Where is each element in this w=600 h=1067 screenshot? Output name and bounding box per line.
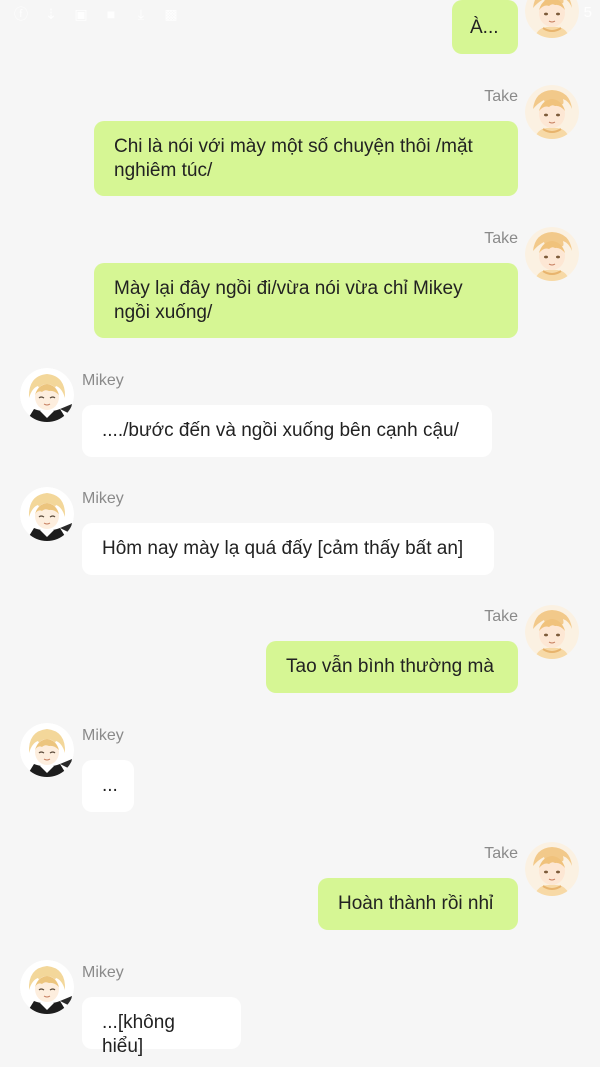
chat-thread[interactable]: À... Take Chi là nói với mày một số chuy… <box>0 0 600 1067</box>
sender-name: Take <box>484 88 518 105</box>
sender-name: Mikey <box>82 964 124 981</box>
avatar-mikey[interactable] <box>20 960 74 1014</box>
sender-name: Mikey <box>82 372 124 389</box>
message-bubble[interactable]: ..../bước đến và ngồi xuống bên cạnh cậu… <box>82 405 492 457</box>
avatar-take[interactable] <box>525 605 579 659</box>
message-bubble[interactable]: Hôm nay mày lạ quá đấy [cảm thấy bất an] <box>82 523 494 575</box>
message-bubble[interactable]: Tao vẫn bình thường mà <box>266 641 518 693</box>
sender-name: Take <box>484 608 518 625</box>
avatar-take[interactable] <box>525 227 579 281</box>
message-bubble[interactable]: À... <box>452 0 518 54</box>
avatar-mikey[interactable] <box>20 368 74 422</box>
message-bubble[interactable]: ... <box>82 760 134 812</box>
avatar-take[interactable] <box>525 0 579 38</box>
sender-name: Mikey <box>82 490 124 507</box>
avatar-take[interactable] <box>525 842 579 896</box>
message-bubble[interactable]: Hoàn thành rồi nhỉ <box>318 878 518 930</box>
sender-name: Mikey <box>82 727 124 744</box>
message-bubble[interactable]: Mày lại đây ngồi đi/vừa nói vừa chỉ Mike… <box>94 263 518 338</box>
avatar-mikey[interactable] <box>20 487 74 541</box>
sender-name: Take <box>484 845 518 862</box>
message-bubble[interactable]: ...[không hiểu] <box>82 997 241 1057</box>
sender-name: Take <box>484 230 518 247</box>
avatar-mikey[interactable] <box>20 723 74 777</box>
avatar-take[interactable] <box>525 85 579 139</box>
message-bubble[interactable]: Chi là nói với mày một số chuyện thôi /m… <box>94 121 518 196</box>
